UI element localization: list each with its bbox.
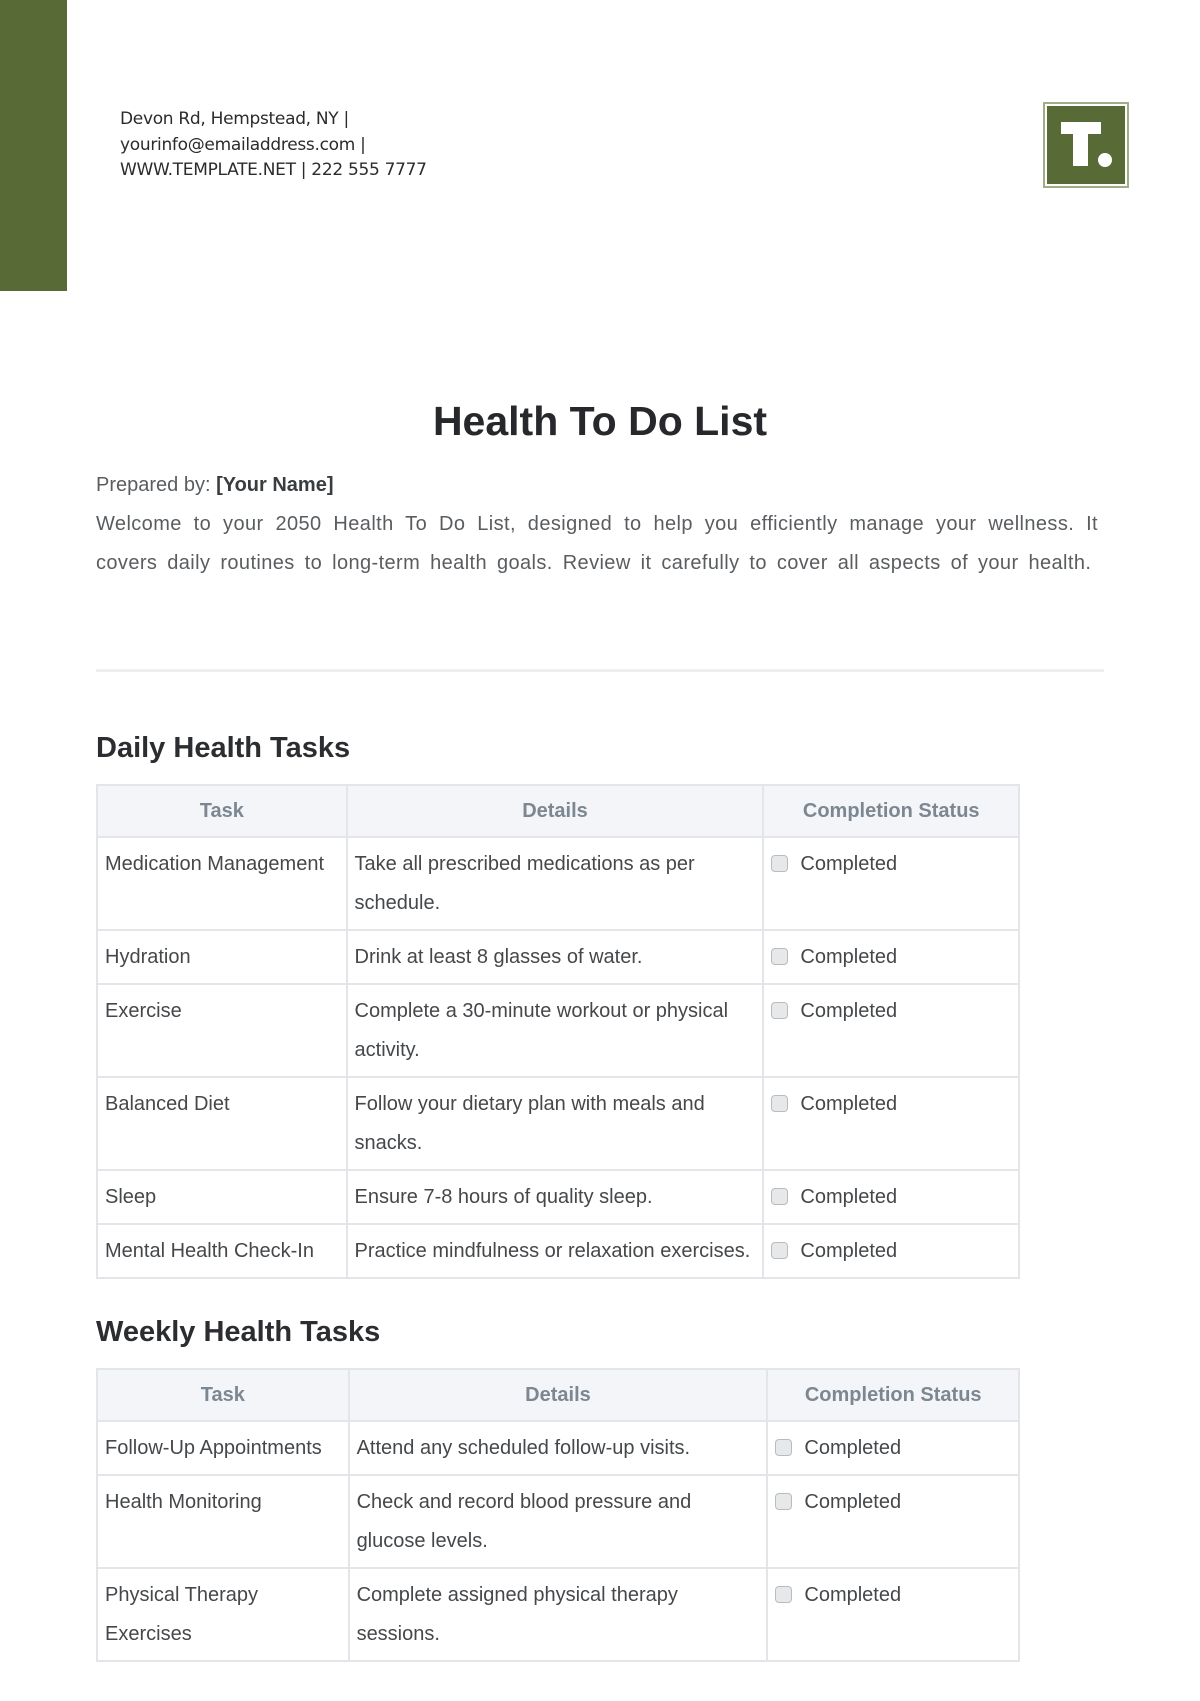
completion-status[interactable]: Completed [775, 1576, 1012, 1615]
completed-label: Completed [800, 853, 898, 875]
table-row: Follow-Up Appointments Attend any schedul… [96, 1420, 1020, 1476]
table-row: Hydration Drink at least 8 glasses of wat… [96, 929, 1020, 985]
task-name: Hydration [96, 929, 348, 985]
completion-status-cell: Completed [762, 1169, 1020, 1225]
intro-section: Prepared by: [Your Name] Welcome to your… [96, 466, 1098, 583]
completed-label: Completed [800, 1000, 898, 1022]
task-details: Practice mindfulness or relaxation exerc… [345, 1223, 765, 1279]
column-header-task: Task [96, 784, 348, 838]
completion-status-cell: Completed [762, 836, 1020, 931]
table-header-row: Task Details Completion Status [96, 1368, 1020, 1422]
completed-checkbox[interactable] [771, 1188, 789, 1205]
completion-status-cell: Completed [762, 983, 1020, 1078]
completed-checkbox[interactable] [771, 1242, 789, 1259]
completed-checkbox[interactable] [775, 1439, 793, 1456]
task-details: Drink at least 8 glasses of water. [345, 929, 765, 985]
completed-label: Completed [800, 1240, 898, 1262]
completion-status-cell: Completed [766, 1474, 1020, 1569]
weekly-tasks-table: Task Details Completion Status Follow-Up… [96, 1368, 1020, 1662]
contact-address: Devon Rd, Hempstead, NY | [120, 109, 349, 129]
task-name: Medication Management [96, 836, 348, 931]
completion-status-cell: Completed [762, 1223, 1020, 1279]
task-name: Sleep [96, 1169, 348, 1225]
completed-label: Completed [804, 1584, 902, 1606]
column-header-details: Details [347, 1368, 769, 1422]
completed-checkbox[interactable] [771, 1095, 789, 1112]
column-header-details: Details [345, 784, 765, 838]
task-details: Take all prescribed medications as per s… [345, 836, 765, 931]
prepared-by-label: Prepared by: [96, 474, 211, 496]
table-row: Medication Management Take all prescribed… [96, 836, 1020, 931]
completion-status-cell: Completed [766, 1567, 1020, 1662]
table-row: Balanced Diet Follow your dietary plan wi… [96, 1076, 1020, 1171]
completed-checkbox[interactable] [771, 1002, 789, 1019]
table-row: Mental Health Check-In Practice mindfulne… [96, 1223, 1020, 1279]
completion-status[interactable]: Completed [775, 1483, 1012, 1522]
template-t-logo-icon [1047, 106, 1125, 184]
brand-side-bar [0, 0, 67, 291]
completed-label: Completed [804, 1491, 902, 1513]
table-row: Exercise Complete a 30-minute workout or … [96, 983, 1020, 1078]
intro-paragraph: Welcome to your 2050 Health To Do List, … [96, 513, 1098, 574]
completion-status[interactable]: Completed [771, 992, 1012, 1031]
task-details: Ensure 7-8 hours of quality sleep. [345, 1169, 765, 1225]
completion-status[interactable]: Completed [775, 1429, 1012, 1468]
completion-status[interactable]: Completed [771, 1232, 1012, 1271]
template-logo [1043, 102, 1129, 188]
weekly-section-title: Weekly Health Tasks [96, 1316, 381, 1348]
task-details: Follow your dietary plan with meals and … [345, 1076, 765, 1171]
page-title: Health To Do List [432, 398, 768, 444]
completion-status[interactable]: Completed [771, 845, 1012, 884]
completion-status[interactable]: Completed [771, 1178, 1012, 1217]
task-name: Follow-Up Appointments [96, 1420, 350, 1476]
task-details: Attend any scheduled follow-up visits. [347, 1420, 769, 1476]
task-name: Mental Health Check-In [96, 1223, 348, 1279]
completed-checkbox[interactable] [771, 855, 789, 872]
task-name: Exercise [96, 983, 348, 1078]
completion-status-cell: Completed [762, 929, 1020, 985]
column-header-status: Completion Status [766, 1368, 1020, 1422]
table-row: Health Monitoring Check and record blood … [96, 1474, 1020, 1569]
completed-label: Completed [800, 946, 898, 968]
column-header-status: Completion Status [762, 784, 1020, 838]
task-name: Balanced Diet [96, 1076, 348, 1171]
completed-checkbox[interactable] [775, 1493, 793, 1510]
completed-label: Completed [800, 1093, 898, 1115]
task-name: Physical Therapy Exercises [96, 1567, 350, 1662]
completion-status-cell: Completed [762, 1076, 1020, 1171]
section-divider [96, 669, 1104, 672]
completed-label: Completed [800, 1186, 898, 1208]
contact-info: Devon Rd, Hempstead, NY | yourinfo@email… [120, 107, 427, 184]
contact-email: yourinfo@emailaddress.com | [120, 134, 366, 155]
completion-status[interactable]: Completed [771, 938, 1012, 977]
task-details: Complete assigned physical therapy sessi… [347, 1567, 769, 1662]
column-header-task: Task [96, 1368, 350, 1422]
completion-status[interactable]: Completed [771, 1085, 1012, 1124]
daily-tasks-table: Task Details Completion Status Medicatio… [96, 784, 1020, 1279]
completion-status-cell: Completed [766, 1420, 1020, 1476]
table-row: Sleep Ensure 7-8 hours of quality sleep. C… [96, 1169, 1020, 1225]
table-header-row: Task Details Completion Status [96, 784, 1020, 838]
table-row: Physical Therapy Exercises Complete assig… [96, 1567, 1020, 1662]
daily-section-title: Daily Health Tasks [96, 732, 351, 764]
prepared-by-name: [Your Name] [216, 474, 334, 496]
task-name: Health Monitoring [96, 1474, 350, 1569]
task-details: Complete a 30-minute workout or physical… [345, 983, 765, 1078]
contact-website-phone: WWW.TEMPLATE.NET | 222 555 7777 [120, 160, 427, 180]
completed-checkbox[interactable] [775, 1586, 793, 1603]
prepared-by: Prepared by: [Your Name] [96, 466, 1098, 505]
task-details: Check and record blood pressure and gluc… [347, 1474, 769, 1569]
completed-label: Completed [804, 1437, 902, 1459]
completed-checkbox[interactable] [771, 948, 789, 965]
